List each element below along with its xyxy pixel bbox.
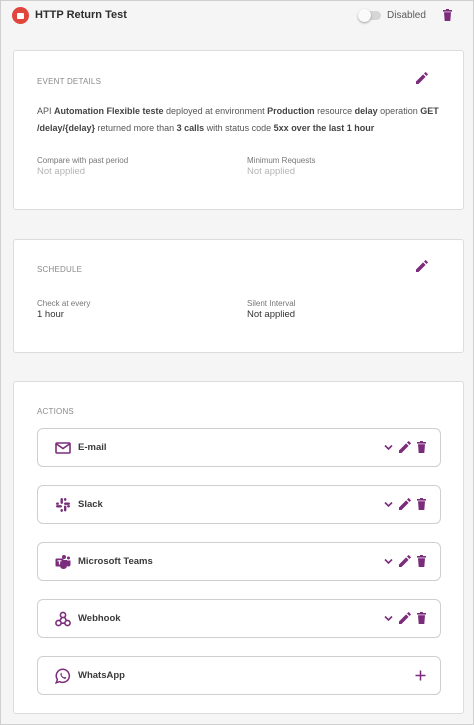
action-label: Slack xyxy=(78,499,103,510)
delete-action-button[interactable] xyxy=(417,612,426,624)
enable-toggle[interactable] xyxy=(358,9,381,22)
edit-action-button[interactable] xyxy=(399,555,411,567)
delete-action-button[interactable] xyxy=(417,498,426,510)
page-header: HTTP Return Test Disabled xyxy=(1,1,473,31)
action-row-webhook[interactable]: Webhook xyxy=(37,599,441,638)
status-window: 5xx over the last 1 hour xyxy=(273,123,375,133)
delete-alert-button[interactable] xyxy=(443,9,452,21)
trash-icon xyxy=(443,9,452,21)
compare-label: Compare with past period xyxy=(37,156,129,165)
actions-card: ACTIONS E-mail Slack Microsoft Teams Web… xyxy=(13,381,464,714)
slack-icon xyxy=(56,498,70,512)
chevron-down-icon xyxy=(384,444,393,451)
action-row-email[interactable]: E-mail xyxy=(37,428,441,467)
trash-icon xyxy=(417,498,426,510)
delete-action-button[interactable] xyxy=(417,441,426,453)
min-requests-value: Not applied xyxy=(247,166,296,177)
edit-action-button[interactable] xyxy=(399,612,411,624)
email-icon xyxy=(55,442,71,454)
action-label: Webhook xyxy=(78,613,121,624)
silent-interval-label: Silent Interval xyxy=(247,299,296,308)
action-row-teams[interactable]: Microsoft Teams xyxy=(37,542,441,581)
edit-action-button[interactable] xyxy=(399,498,411,510)
expand-button[interactable] xyxy=(384,612,393,624)
expand-button[interactable] xyxy=(384,498,393,510)
pencil-icon xyxy=(399,498,411,510)
event-description: API Automation Flexible teste deployed a… xyxy=(37,106,439,133)
pencil-icon xyxy=(399,555,411,567)
trash-icon xyxy=(417,441,426,453)
pencil-icon xyxy=(416,260,428,272)
trash-icon xyxy=(417,555,426,567)
event-details-card: EVENT DETAILS API Automation Flexible te… xyxy=(13,50,464,210)
action-label: Microsoft Teams xyxy=(78,556,153,567)
trash-icon xyxy=(417,612,426,624)
pencil-icon xyxy=(399,441,411,453)
check-interval-value: 1 hour xyxy=(37,309,64,320)
page-title: HTTP Return Test xyxy=(35,9,127,21)
check-interval-label: Check at every xyxy=(37,299,91,308)
action-label: E-mail xyxy=(78,442,107,453)
toggle-label: Disabled xyxy=(387,10,426,21)
resource-name: delay xyxy=(354,106,378,116)
compare-value: Not applied xyxy=(37,166,86,177)
alert-status-icon xyxy=(12,7,29,24)
chevron-down-icon xyxy=(384,615,393,622)
action-row-whatsapp[interactable]: WhatsApp xyxy=(37,656,441,695)
expand-button[interactable] xyxy=(384,555,393,567)
min-requests-label: Minimum Requests xyxy=(247,156,316,165)
pencil-icon xyxy=(416,72,428,84)
teams-icon xyxy=(55,555,71,569)
silent-interval-value: Not applied xyxy=(247,309,296,320)
section-title: EVENT DETAILS xyxy=(37,77,102,86)
whatsapp-icon xyxy=(55,668,71,684)
pencil-icon xyxy=(399,612,411,624)
edit-schedule-button[interactable] xyxy=(416,260,428,272)
api-name: Automation Flexible teste xyxy=(54,106,164,116)
edit-event-details-button[interactable] xyxy=(416,72,428,84)
section-title: SCHEDULE xyxy=(37,265,83,274)
chevron-down-icon xyxy=(384,558,393,565)
chevron-down-icon xyxy=(384,501,393,508)
delete-action-button[interactable] xyxy=(417,555,426,567)
add-action-button[interactable] xyxy=(415,670,426,681)
edit-action-button[interactable] xyxy=(399,441,411,453)
call-threshold: 3 calls xyxy=(176,123,205,133)
plus-icon xyxy=(415,670,426,681)
schedule-card: SCHEDULE Check at every 1 hour Silent In… xyxy=(13,239,464,353)
webhook-icon xyxy=(55,611,71,627)
expand-button[interactable] xyxy=(384,441,393,453)
action-row-slack[interactable]: Slack xyxy=(37,485,441,524)
environment-name: Production xyxy=(267,106,315,116)
action-label: WhatsApp xyxy=(78,670,125,681)
section-title: ACTIONS xyxy=(37,407,74,416)
